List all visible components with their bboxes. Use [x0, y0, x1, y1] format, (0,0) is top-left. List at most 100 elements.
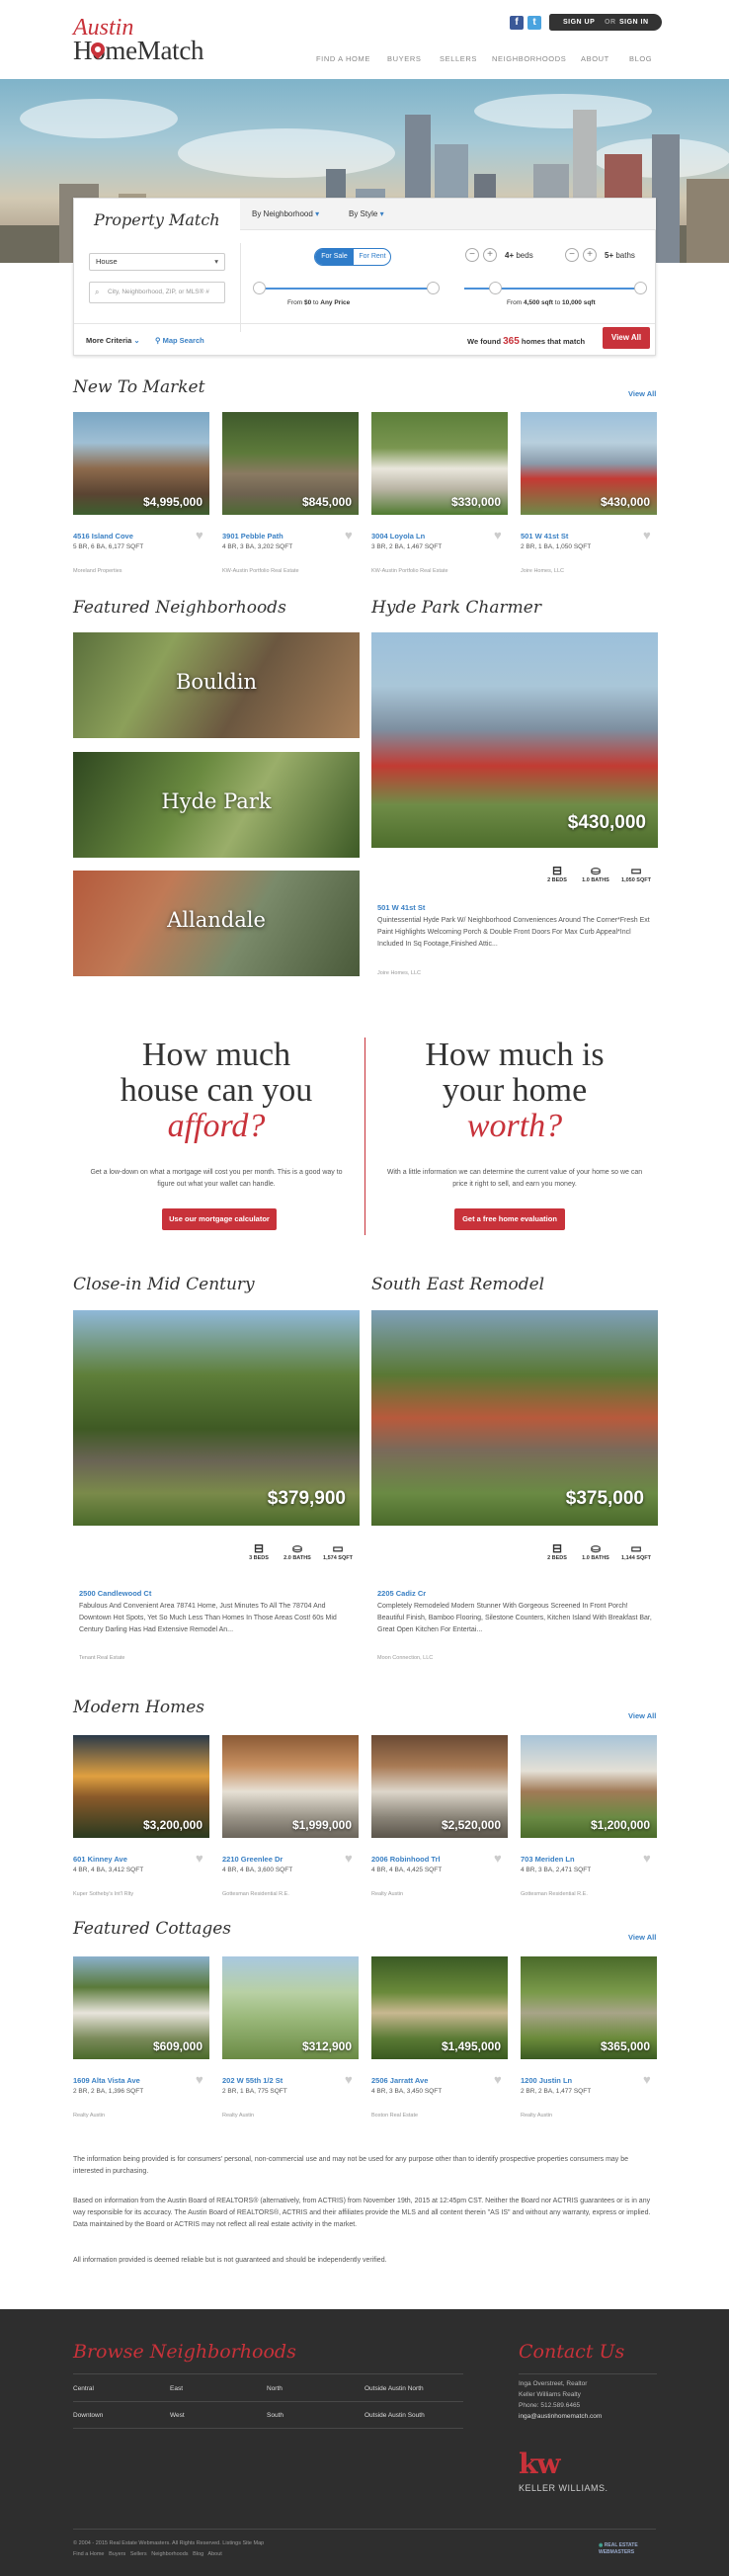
- listing-photo[interactable]: $609,000: [73, 1956, 209, 2059]
- favorite-heart-icon[interactable]: ♥: [494, 1852, 507, 1865]
- footer-hood-link[interactable]: Outside Austin South: [364, 2412, 425, 2419]
- beds-increment-button[interactable]: +: [483, 248, 497, 262]
- listing-address[interactable]: 4516 Island Cove: [73, 532, 133, 540]
- footer-hood-link[interactable]: West: [170, 2412, 185, 2419]
- bed-icon: ⊟: [551, 864, 563, 877]
- nav-about[interactable]: ABOUT: [581, 54, 609, 63]
- nav-sellers[interactable]: SELLERS: [440, 54, 477, 63]
- footer-links: Find a Home Buyers Sellers Neighborhoods…: [73, 2551, 222, 2557]
- more-criteria-link[interactable]: More Criteria ⌄: [86, 336, 140, 345]
- mortgage-calculator-button[interactable]: Use our mortgage calculator: [162, 1208, 277, 1230]
- baths-increment-button[interactable]: +: [583, 248, 597, 262]
- location-search-input[interactable]: ⌕ City, Neighborhood, ZIP, or MLS® #: [89, 282, 225, 303]
- footer-hood-link[interactable]: Central: [73, 2385, 94, 2392]
- favorite-heart-icon[interactable]: ♥: [196, 2073, 208, 2086]
- contact-email[interactable]: inga@austinhomematch.com: [519, 2413, 602, 2420]
- favorite-heart-icon[interactable]: ♥: [196, 529, 208, 541]
- sale-rent-toggle[interactable]: For Sale For Rent: [314, 248, 391, 266]
- footer-hood-link[interactable]: Outside Austin North: [364, 2385, 424, 2392]
- listing-photo[interactable]: $1,495,000: [371, 1956, 508, 2059]
- favorite-heart-icon[interactable]: ♥: [345, 2073, 358, 2086]
- listing-address[interactable]: 202 W 55th 1/2 St: [222, 2076, 283, 2085]
- listing-address[interactable]: 2006 Robinhood Trl: [371, 1855, 441, 1864]
- listing-address[interactable]: 501 W 41st St: [521, 532, 568, 540]
- facebook-icon[interactable]: f: [510, 16, 524, 30]
- listing-photo[interactable]: $1,999,000: [222, 1735, 359, 1838]
- nav-blog[interactable]: BLOG: [629, 54, 652, 63]
- modern-homes-view-all[interactable]: View All: [628, 1711, 656, 1720]
- sign-in-button[interactable]: SIGN IN: [619, 14, 649, 31]
- footer-link[interactable]: Buyers: [109, 2551, 125, 2557]
- nav-neighborhoods[interactable]: NEIGHBORHOODS: [492, 54, 566, 63]
- listing-address[interactable]: 703 Meriden Ln: [521, 1855, 575, 1864]
- se-remodel-address[interactable]: 2205 Cadiz Cr: [377, 1589, 426, 1598]
- listing-address[interactable]: 3901 Pebble Path: [222, 532, 284, 540]
- favorite-heart-icon[interactable]: ♥: [494, 529, 507, 541]
- home-evaluation-button[interactable]: Get a free home evaluation: [454, 1208, 565, 1230]
- listing-photo[interactable]: $3,200,000: [73, 1735, 209, 1838]
- favorite-heart-icon[interactable]: ♥: [643, 529, 656, 541]
- listing-photo[interactable]: $330,000: [371, 412, 508, 515]
- footer-link[interactable]: Blog: [193, 2551, 203, 2557]
- listing-broker: Gottesman Residential R.E.: [222, 1891, 289, 1897]
- view-all-results-button[interactable]: View All: [603, 327, 650, 349]
- se-remodel-photo[interactable]: $375,000: [371, 1310, 658, 1526]
- baths-decrement-button[interactable]: −: [565, 248, 579, 262]
- twitter-icon[interactable]: t: [527, 16, 541, 30]
- footer-hood-link[interactable]: East: [170, 2385, 183, 2392]
- listing-photo[interactable]: $1,200,000: [521, 1735, 657, 1838]
- favorite-heart-icon[interactable]: ♥: [643, 1852, 656, 1865]
- favorite-heart-icon[interactable]: ♥: [494, 2073, 507, 2086]
- footer-hood-link[interactable]: Downtown: [73, 2412, 103, 2419]
- listing-photo[interactable]: $4,995,000: [73, 412, 209, 515]
- mid-century-address[interactable]: 2500 Candlewood Ct: [79, 1589, 151, 1598]
- footer-hood-link[interactable]: South: [267, 2412, 284, 2419]
- new-to-market-view-all[interactable]: View All: [628, 389, 656, 398]
- hyde-park-address[interactable]: 501 W 41st St: [377, 903, 425, 912]
- tab-by-neighborhood[interactable]: By Neighborhood ▾: [252, 209, 319, 218]
- featured-cottages-view-all[interactable]: View All: [628, 1933, 656, 1942]
- favorite-heart-icon[interactable]: ♥: [345, 1852, 358, 1865]
- for-rent-option[interactable]: For Rent: [354, 249, 390, 265]
- listing-address[interactable]: 601 Kinney Ave: [73, 1855, 127, 1864]
- neighborhood-card-hyde-park[interactable]: Hyde Park: [73, 752, 360, 858]
- mid-century-photo[interactable]: $379,900: [73, 1310, 360, 1526]
- neighborhood-card-bouldin[interactable]: Bouldin: [73, 632, 360, 738]
- listing-photo[interactable]: $2,520,000: [371, 1735, 508, 1838]
- favorite-heart-icon[interactable]: ♥: [345, 529, 358, 541]
- price-max-handle[interactable]: [427, 282, 440, 294]
- listing-photo[interactable]: $312,900: [222, 1956, 359, 2059]
- rew-icon: ◉: [599, 2542, 604, 2548]
- footer-link[interactable]: Find a Home: [73, 2551, 105, 2557]
- beds-decrement-button[interactable]: −: [465, 248, 479, 262]
- listing-address[interactable]: 2506 Jarratt Ave: [371, 2076, 428, 2085]
- footer-link[interactable]: About: [207, 2551, 221, 2557]
- rew-badge[interactable]: ◉ REAL ESTATE WEBMASTERS: [599, 2542, 658, 2556]
- listing-address[interactable]: 1609 Alta Vista Ave: [73, 2076, 140, 2085]
- property-type-select[interactable]: House ▾: [89, 253, 225, 271]
- map-search-link[interactable]: ⚲ Map Search: [155, 336, 204, 345]
- nav-buyers[interactable]: BUYERS: [387, 54, 421, 63]
- favorite-heart-icon[interactable]: ♥: [196, 1852, 208, 1865]
- listing-address[interactable]: 3004 Loyola Ln: [371, 532, 425, 540]
- listing-photo[interactable]: $365,000: [521, 1956, 657, 2059]
- listing-broker: Kuper Sotheby's Int'l Rlty: [73, 1891, 134, 1897]
- sign-up-button[interactable]: SIGN UP: [563, 14, 595, 31]
- price-min-handle[interactable]: [253, 282, 266, 294]
- listing-address[interactable]: 1200 Justin Ln: [521, 2076, 572, 2085]
- listing-photo[interactable]: $845,000: [222, 412, 359, 515]
- listing-photo[interactable]: $430,000: [521, 412, 657, 515]
- for-sale-option[interactable]: For Sale: [315, 249, 354, 265]
- listing-address[interactable]: 2210 Greenlee Dr: [222, 1855, 283, 1864]
- footer-link[interactable]: Sellers: [130, 2551, 147, 2557]
- tab-by-style[interactable]: By Style ▾: [349, 209, 384, 218]
- footer-hood-link[interactable]: North: [267, 2385, 283, 2392]
- nav-find-a-home[interactable]: FIND A HOME: [316, 54, 370, 63]
- sqft-min-handle[interactable]: [489, 282, 502, 294]
- favorite-heart-icon[interactable]: ♥: [643, 2073, 656, 2086]
- footer-link[interactable]: Neighborhoods: [151, 2551, 188, 2557]
- neighborhood-card-allandale[interactable]: Allandale: [73, 871, 360, 976]
- hyde-park-photo[interactable]: $430,000: [371, 632, 658, 848]
- price-slider[interactable]: [260, 288, 433, 290]
- sqft-max-handle[interactable]: [634, 282, 647, 294]
